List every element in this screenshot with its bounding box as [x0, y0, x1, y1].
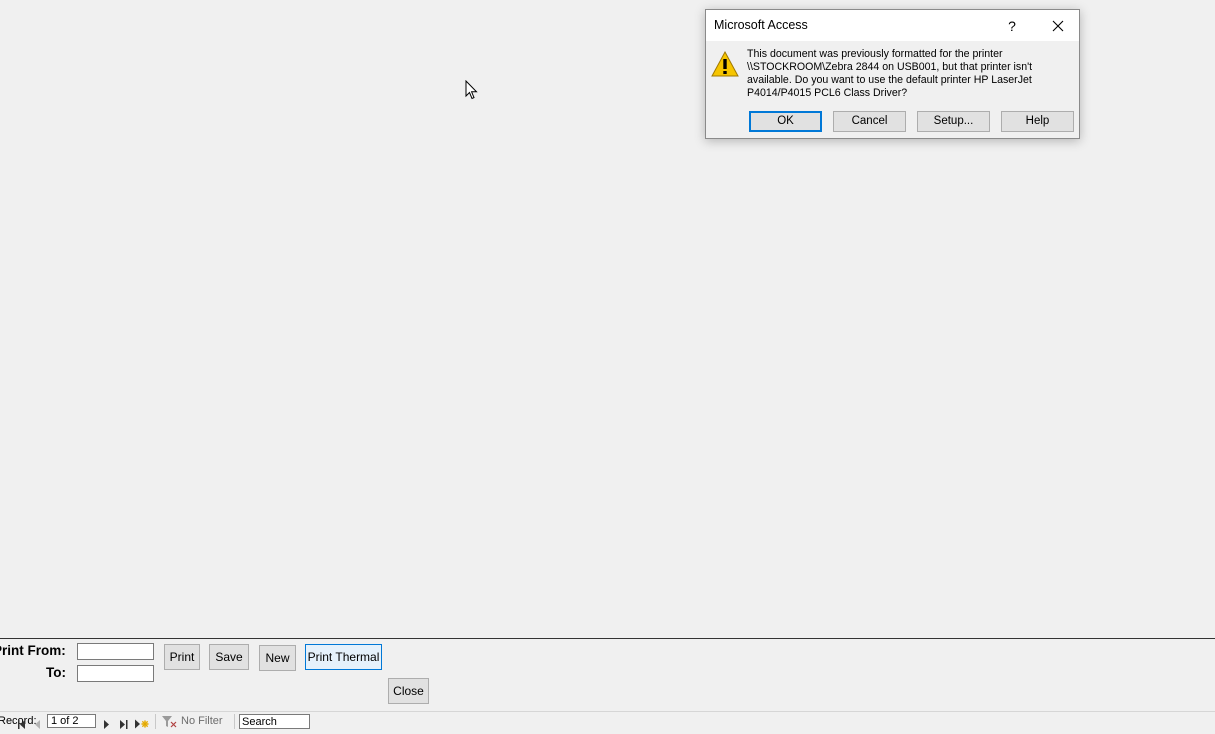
search-input[interactable] — [239, 714, 310, 729]
current-record-field[interactable]: 1 of 2 — [47, 714, 96, 728]
close-button[interactable]: Close — [388, 678, 429, 704]
print-button[interactable]: Print — [164, 644, 200, 670]
filter-icon[interactable] — [162, 715, 177, 733]
dialog-message: This document was previously formatted f… — [747, 48, 1033, 99]
new-button[interactable]: New — [259, 645, 296, 671]
first-record-icon[interactable] — [18, 716, 26, 734]
previous-record-icon[interactable] — [35, 716, 41, 734]
to-label: To: — [46, 665, 66, 680]
nav-separator — [234, 714, 235, 729]
record-navigation-bar: Record: 1 of 2 No Filter — [0, 711, 1215, 731]
next-record-icon[interactable] — [104, 716, 110, 734]
setup-button[interactable]: Setup... — [917, 111, 990, 132]
help-button[interactable]: Help — [1001, 111, 1074, 132]
save-button[interactable]: Save — [209, 644, 249, 670]
to-field[interactable] — [77, 665, 154, 682]
mouse-cursor-icon — [465, 79, 479, 105]
warning-icon — [711, 50, 739, 83]
ok-button[interactable]: OK — [749, 111, 822, 132]
cancel-button[interactable]: Cancel — [833, 111, 906, 132]
form-section-divider — [0, 638, 1215, 639]
dialog-title: Microsoft Access — [714, 18, 808, 32]
message-dialog: Microsoft Access ? This document was pre… — [705, 9, 1080, 139]
print-from-label: Print From: — [0, 643, 66, 658]
print-from-field[interactable] — [77, 643, 154, 660]
dialog-titlebar[interactable]: Microsoft Access ? — [706, 10, 1079, 41]
close-icon[interactable] — [1044, 15, 1072, 37]
help-icon[interactable]: ? — [998, 15, 1026, 37]
filter-status[interactable]: No Filter — [181, 715, 223, 727]
new-record-icon[interactable] — [135, 716, 149, 734]
print-thermal-button[interactable]: Print Thermal — [305, 644, 382, 670]
nav-separator — [155, 714, 156, 729]
last-record-icon[interactable] — [120, 716, 128, 734]
